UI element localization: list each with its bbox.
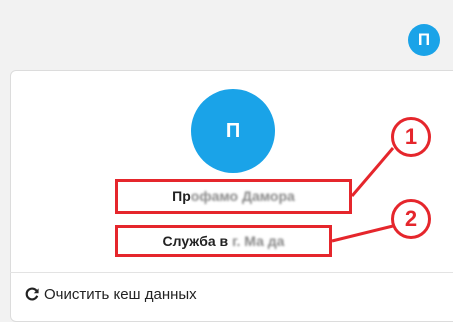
annotation-leader-lines <box>331 147 395 243</box>
divider <box>10 272 453 273</box>
annotation-callout-2: 2 <box>391 199 431 239</box>
refresh-icon <box>24 286 40 308</box>
clear-cache-label: Очистить кеш данных <box>44 286 197 303</box>
leader-line-2 <box>331 224 394 243</box>
annotation-callout-1: 1 <box>391 117 431 157</box>
clear-cache-button[interactable]: Очистить кеш данных <box>24 285 197 305</box>
leader-line-1 <box>350 147 395 197</box>
